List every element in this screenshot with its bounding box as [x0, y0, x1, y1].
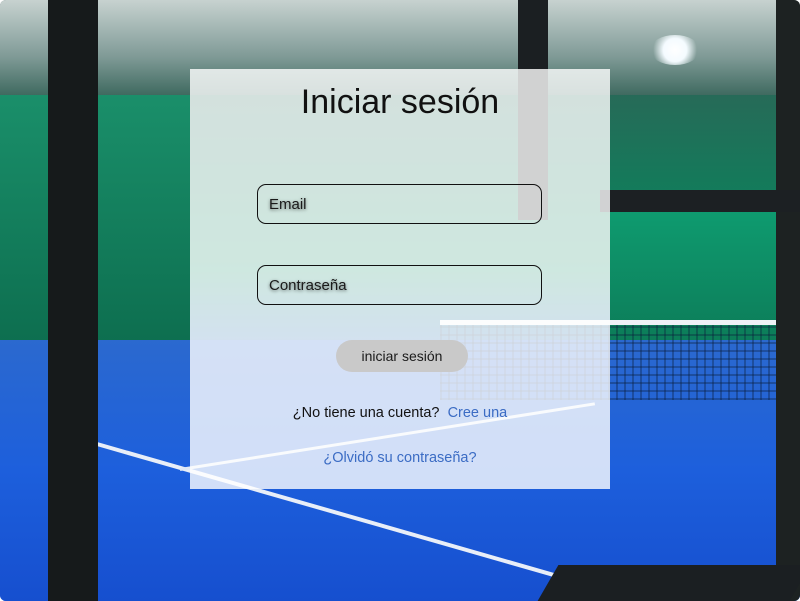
background-frame — [537, 565, 800, 601]
background-post — [48, 0, 98, 601]
password-field[interactable]: Contraseña — [257, 265, 542, 305]
forgot-password-row: ¿Olvidó su contraseña? — [190, 450, 610, 466]
signup-prompt: ¿No tiene una cuenta? Cree una — [190, 405, 610, 421]
background-post — [776, 0, 800, 601]
page-title: Iniciar sesión — [300, 83, 500, 121]
forgot-password-link[interactable]: ¿Olvidó su contraseña? — [323, 450, 476, 466]
no-account-text: ¿No tiene una cuenta? — [292, 405, 440, 421]
login-button[interactable]: iniciar sesión — [336, 340, 468, 372]
password-placeholder: Contraseña — [269, 276, 347, 294]
signup-link[interactable]: Cree una — [448, 405, 508, 421]
background-floodlight — [650, 35, 700, 65]
email-placeholder: Email — [269, 195, 307, 213]
login-panel: Iniciar sesión Email Contraseña iniciar … — [190, 69, 610, 489]
email-field[interactable]: Email — [257, 184, 542, 224]
background-beam — [600, 190, 800, 212]
